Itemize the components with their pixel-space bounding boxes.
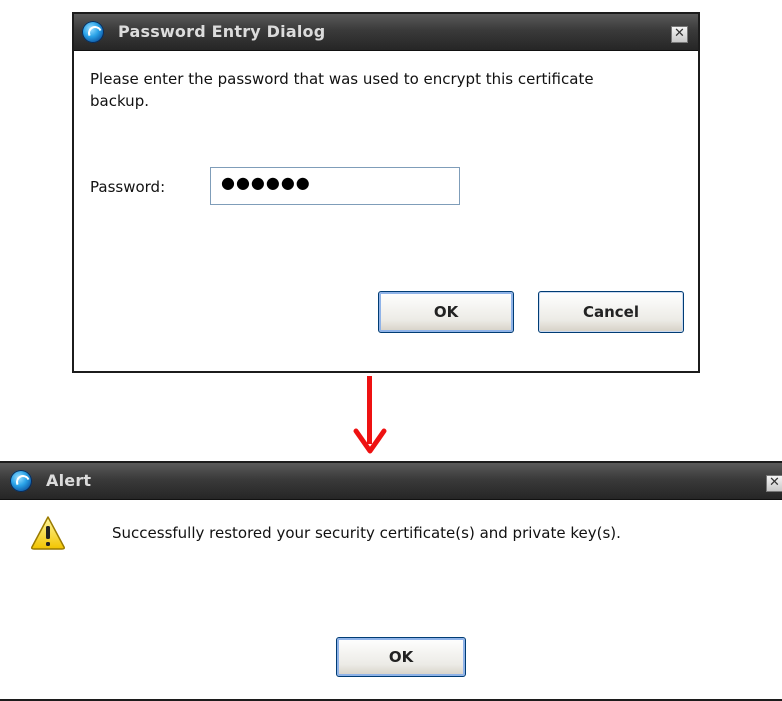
alert-dialog-titlebar[interactable]: Alert ✕ <box>0 463 782 500</box>
alert-dialog-title: Alert <box>46 471 92 490</box>
password-dialog-message: Please enter the password that was used … <box>90 70 594 110</box>
ok-button[interactable]: OK <box>378 291 514 333</box>
password-field[interactable]: ●●●●●● <box>210 167 460 205</box>
alert-ok-button[interactable]: OK <box>336 637 466 677</box>
password-dialog-titlebar[interactable]: Password Entry Dialog ✕ <box>74 14 698 51</box>
app-logo-icon <box>82 21 104 43</box>
cancel-button[interactable]: Cancel <box>538 291 684 333</box>
alert-dialog: Alert ✕ Successfully restored your secur… <box>0 461 782 701</box>
alert-message: Successfully restored your security cert… <box>112 524 621 542</box>
warning-icon <box>31 516 65 550</box>
password-label: Password: <box>90 178 166 196</box>
close-icon[interactable]: ✕ <box>671 26 688 43</box>
password-entry-dialog: Password Entry Dialog ✕ Please enter the… <box>72 12 700 373</box>
password-dialog-title: Password Entry Dialog <box>118 22 326 41</box>
close-icon[interactable]: ✕ <box>766 475 782 492</box>
arrow-head <box>353 428 387 454</box>
app-logo-icon <box>10 470 32 492</box>
